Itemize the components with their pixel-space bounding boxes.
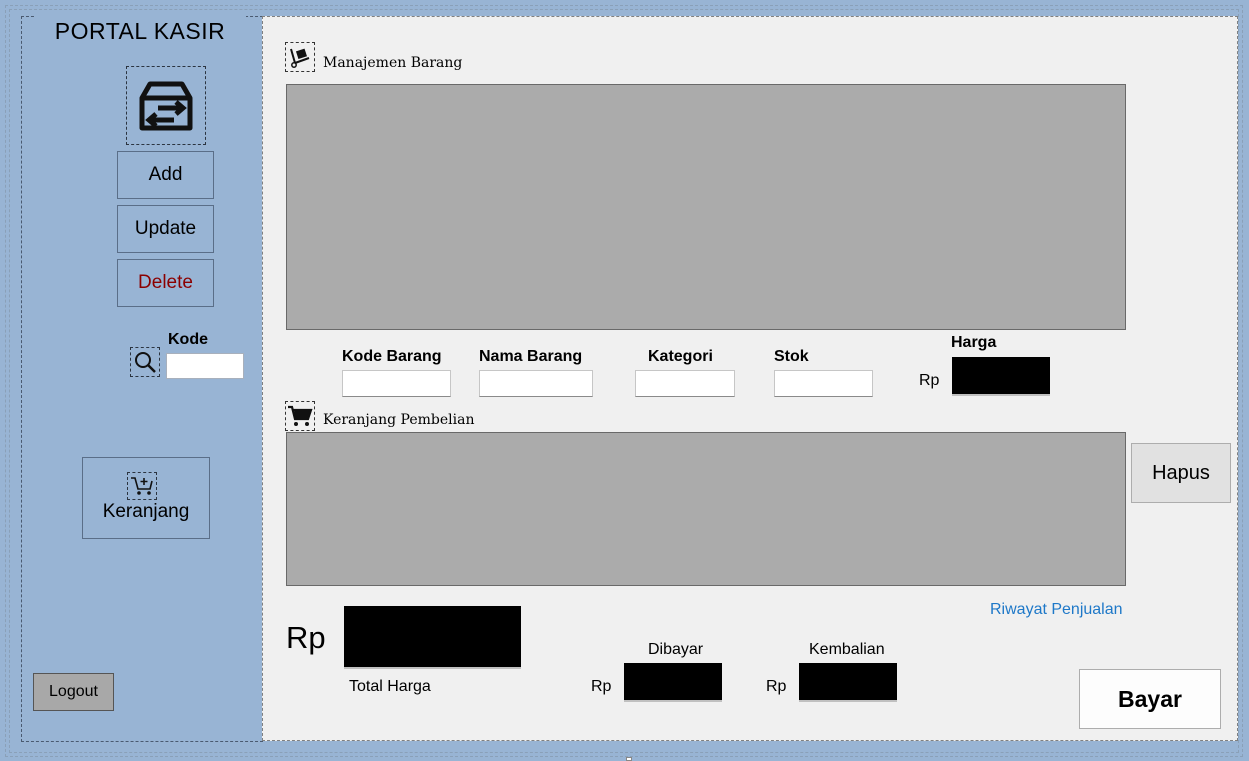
search-icon [135,352,156,373]
logout-button[interactable]: Logout [33,673,114,711]
items-section-icon-frame [285,42,315,72]
search-button[interactable] [130,347,160,377]
update-button[interactable]: Update [117,205,214,253]
keranjang-label: Keranjang [102,501,190,522]
delete-button[interactable]: Delete [117,259,214,307]
items-section-title: Manajemen Barang [323,55,463,71]
hapus-button[interactable]: Hapus [1131,443,1231,503]
items-table[interactable] [286,84,1126,330]
cart-table[interactable] [286,432,1126,586]
dibayar-field[interactable] [624,663,722,702]
nama-barang-label: Nama Barang [479,348,583,365]
total-harga-field [344,606,521,669]
kembalian-label: Kembalian [809,641,885,658]
nama-barang-input[interactable] [479,370,593,397]
total-harga-label: Total Harga [349,678,431,695]
kembalian-field [799,663,897,702]
dibayar-currency: Rp [591,678,612,695]
cart-section-title: Keranjang Pembelian [323,412,475,428]
total-currency: Rp [286,620,326,655]
riwayat-penjualan-link[interactable]: Riwayat Penjualan [990,601,1123,619]
archive-transfer-icon [139,81,193,130]
harga-currency: Rp [919,372,940,389]
app-title: PORTAL KASIR [54,18,226,44]
resize-handle[interactable] [626,757,632,761]
add-button[interactable]: Add [117,151,214,199]
kode-search-input[interactable] [166,353,244,379]
kembalian-currency: Rp [766,678,787,695]
logo [126,66,206,145]
cart-icon-frame [127,472,157,500]
stok-input[interactable] [774,370,873,397]
kategori-input[interactable] [635,370,735,397]
kode-label: Kode [168,331,208,348]
bayar-button[interactable]: Bayar [1079,669,1221,729]
dibayar-label: Dibayar [648,641,704,658]
kode-barang-input[interactable] [342,370,451,397]
cart-section-icon-frame [285,401,315,431]
stok-label: Stok [774,348,809,365]
cart-add-icon [131,477,153,495]
hand-truck-icon [290,48,310,68]
kode-barang-label: Kode Barang [342,348,442,365]
shopping-cart-icon [288,405,313,426]
harga-label: Harga [951,334,997,351]
harga-field[interactable] [952,357,1050,396]
kategori-label: Kategori [648,348,713,365]
keranjang-button[interactable]: Keranjang [82,457,210,539]
